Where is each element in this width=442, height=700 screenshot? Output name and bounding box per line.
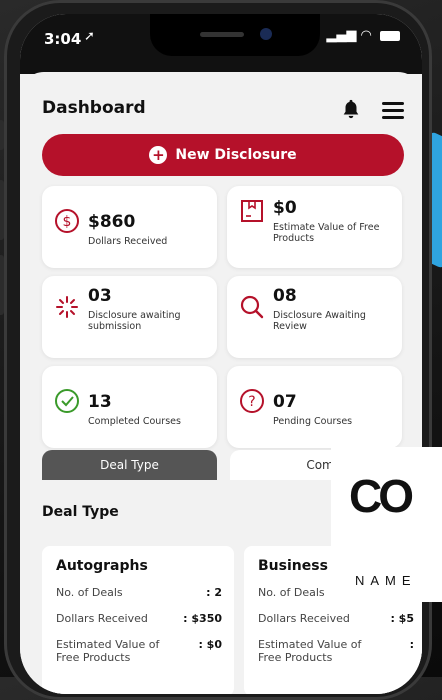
section-title: Deal Type <box>42 504 119 520</box>
signal-icon: ▂▄▆ <box>326 28 357 43</box>
speaker <box>200 32 244 37</box>
logo-text: NAME <box>355 573 417 588</box>
stat-label: Pending Courses <box>273 416 353 427</box>
tab-deal-type[interactable]: Deal Type <box>42 450 217 480</box>
stat-label: Dollars Received <box>88 236 168 247</box>
stat-label: Completed Courses <box>88 416 181 427</box>
deal-row-key: No. of Deals <box>56 586 123 599</box>
stat-value: 13 <box>88 392 112 412</box>
stat-card-completed-courses[interactable]: 13 Completed Courses <box>42 366 217 448</box>
camera <box>260 28 272 40</box>
stat-card-dollars-received[interactable]: $ $860 Dollars Received <box>42 186 217 268</box>
bell-icon[interactable] <box>340 98 362 120</box>
status-bar: 3:04 ➚ ▂▄▆ ◠ <box>20 14 422 74</box>
deal-row-value: : 2 <box>206 586 222 599</box>
new-disclosure-label: New Disclosure <box>175 147 297 163</box>
stat-label: Disclosure Awaiting Review <box>273 310 366 332</box>
overlay-logo: CO NAME <box>331 447 442 602</box>
loading-icon <box>56 296 78 318</box>
stat-label: Disclosure awaiting submission <box>88 310 181 332</box>
wifi-icon: ◠ <box>360 28 372 43</box>
check-circle-icon <box>55 389 79 413</box>
page-title: Dashboard <box>42 98 146 118</box>
notch <box>150 14 320 56</box>
deal-row-key: Dollars Received <box>258 612 350 625</box>
status-time: 3:04 <box>44 30 82 48</box>
svg-text:?: ? <box>248 394 255 410</box>
stat-card-free-products[interactable]: $0 Estimate Value of Free Products <box>227 186 402 268</box>
stat-card-pending-courses[interactable]: ? 07 Pending Courses <box>227 366 402 448</box>
battery-icon <box>380 30 400 41</box>
dollar-icon: $ <box>55 209 79 233</box>
stat-value: 03 <box>88 286 112 306</box>
plus-icon: + <box>149 146 168 164</box>
deal-card-autographs[interactable]: Autographs No. of Deals : 2 Dollars Rece… <box>42 546 234 694</box>
deal-row-value: : $0 <box>198 638 222 651</box>
header: Dashboard <box>42 94 404 124</box>
deal-row-key: Dollars Received <box>56 612 148 625</box>
product-box-icon <box>241 200 263 222</box>
deal-row-value: : $350 <box>183 612 222 625</box>
question-icon: ? <box>240 389 264 413</box>
deal-row-key: Estimated Value of Free Products <box>56 638 160 664</box>
phone-side-button <box>0 180 4 240</box>
status-icons: ▂▄▆ ◠ <box>326 28 400 43</box>
phone-side-button <box>0 255 4 315</box>
hamburger-menu-icon[interactable] <box>382 102 404 119</box>
phone-side-button <box>0 120 4 150</box>
svg-text:$: $ <box>63 214 72 230</box>
location-arrow-icon: ➚ <box>84 29 95 44</box>
stat-label: Estimate Value of Free Products <box>273 222 380 244</box>
stat-value: $860 <box>88 212 136 232</box>
deal-row-value: : $5 <box>390 612 414 625</box>
deal-row-value: : <box>409 638 414 651</box>
deal-title: Autographs <box>56 558 148 574</box>
stat-value: $0 <box>273 198 297 218</box>
stat-card-awaiting-submission[interactable]: 03 Disclosure awaiting submission <box>42 276 217 358</box>
logo-mark: CO <box>349 470 414 522</box>
new-disclosure-button[interactable]: + New Disclosure <box>42 134 404 176</box>
deal-row-key: Estimated Value of Free Products <box>258 638 362 664</box>
stat-value: 07 <box>273 392 297 412</box>
search-icon <box>240 295 264 319</box>
stat-value: 08 <box>273 286 297 306</box>
stat-card-awaiting-review[interactable]: 08 Disclosure Awaiting Review <box>227 276 402 358</box>
